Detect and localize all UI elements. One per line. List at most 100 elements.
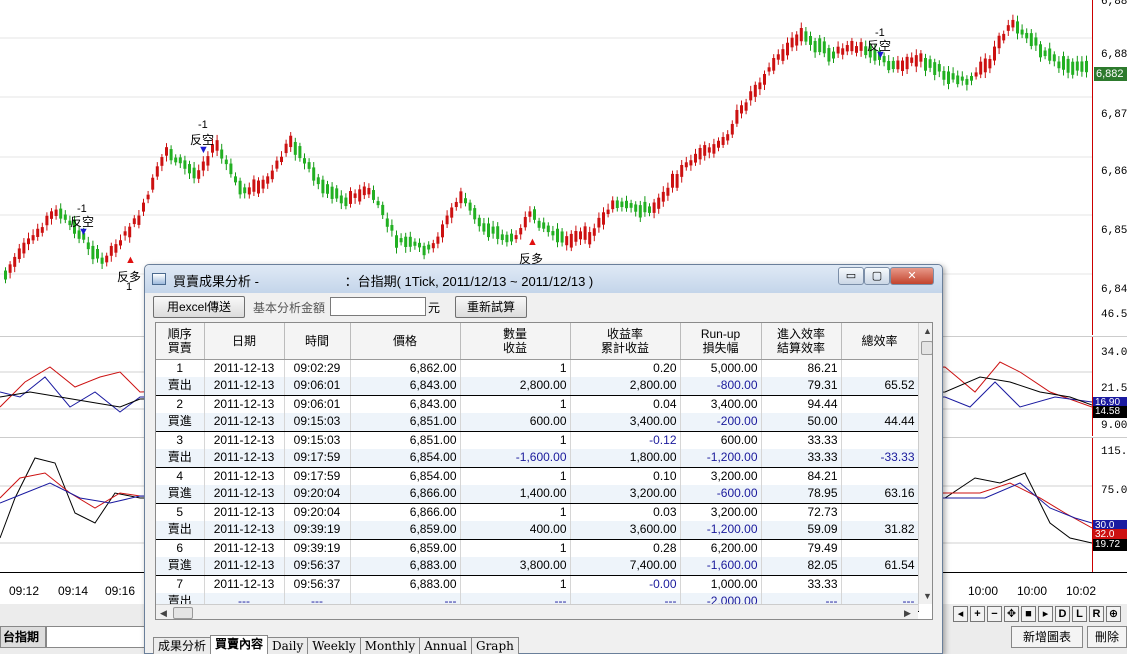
table-row[interactable]: 買進 2011-12-13 09:20:04 6,866.00 1,400.00 3,20… xyxy=(156,485,919,504)
candle xyxy=(537,217,541,231)
candle xyxy=(183,155,187,175)
candle xyxy=(487,217,490,241)
table-cell: 1,400.00 xyxy=(460,485,571,504)
scroll-right-icon[interactable]: ▶ xyxy=(904,608,911,619)
table-row[interactable]: 5 2011-12-13 09:20:04 6,866.00 1 0.03 3,200.00… xyxy=(156,503,919,521)
table-cell: 1 xyxy=(460,359,571,377)
candle xyxy=(694,148,697,166)
add-chart-button[interactable]: 新增圖表 xyxy=(1011,626,1083,648)
candle xyxy=(634,201,638,217)
line-button[interactable]: L xyxy=(1072,606,1087,622)
delete-chart-button[interactable]: 刪除 xyxy=(1087,626,1127,648)
zoom-in-button[interactable]: + xyxy=(970,606,985,622)
table-cell: 600.00 xyxy=(460,413,571,432)
recalculate-button[interactable]: 重新試算 xyxy=(455,296,527,318)
table-cell: 賣出 xyxy=(156,377,205,396)
column-header[interactable]: 價格 xyxy=(350,323,461,360)
candle xyxy=(372,185,375,204)
table-row[interactable]: 2 2011-12-13 09:06:01 6,843.00 1 0.04 3,400.00… xyxy=(156,395,919,413)
table-row[interactable]: 3 2011-12-13 09:15:03 6,851.00 1 -0.12 600.00 3… xyxy=(156,431,919,449)
table-cell: 33.33 xyxy=(761,575,842,593)
column-header[interactable]: 時間 xyxy=(284,323,351,360)
maximize-button[interactable]: ▢ xyxy=(864,267,890,285)
dialog-titlebar[interactable]: 買賣成果分析 - ：台指期( 1Tick, 2011/12/13 ~ 2011/… xyxy=(145,265,942,293)
candle xyxy=(174,154,178,166)
column-header[interactable]: Run-up 損失幅 xyxy=(680,323,762,360)
table-row[interactable]: 6 2011-12-13 09:39:19 6,859.00 1 0.28 6,200.00… xyxy=(156,539,919,557)
tab-0[interactable]: 成果分析 xyxy=(153,637,212,654)
ind1-value-flag: 14.58 xyxy=(1093,406,1127,418)
symbol-tab[interactable]: 台指期 xyxy=(0,626,46,648)
tab-5[interactable]: Annual xyxy=(419,637,472,654)
reset-button[interactable]: R xyxy=(1089,606,1104,622)
candle xyxy=(629,199,633,213)
candle xyxy=(776,49,780,65)
candle xyxy=(59,203,63,224)
column-header-line: 進入效率 xyxy=(776,326,825,341)
tab-3[interactable]: Weekly xyxy=(307,637,361,654)
table-row[interactable]: 4 2011-12-13 09:17:59 6,854.00 1 0.10 3,200.00… xyxy=(156,467,919,485)
candle xyxy=(1034,32,1038,52)
table-row[interactable]: 買進 2011-12-13 09:15:03 6,851.00 600.00 3,400.… xyxy=(156,413,919,432)
table-row[interactable]: 賣出 2011-12-13 09:06:01 6,843.00 2,800.00 2,80… xyxy=(156,377,919,396)
candle xyxy=(643,196,647,217)
scroll-left-button[interactable]: ◂ xyxy=(953,606,968,622)
tab-4[interactable]: Monthly xyxy=(359,637,421,654)
column-header[interactable]: 總效率 xyxy=(841,323,919,360)
table-row[interactable]: 7 2011-12-13 09:56:37 6,883.00 1 -0.00 1,000.0… xyxy=(156,575,919,593)
amount-input[interactable] xyxy=(330,297,426,316)
candle xyxy=(698,144,702,165)
candle xyxy=(1020,24,1024,39)
vertical-scrollbar[interactable]: ▲ ▼ xyxy=(918,323,932,604)
scroll-down-icon[interactable]: ▼ xyxy=(923,591,932,601)
horizontal-scrollbar[interactable]: ◀ ▶ xyxy=(156,604,918,619)
table-row[interactable]: 1 2011-12-13 09:02:29 6,862.00 1 0.20 5,000.00… xyxy=(156,359,919,377)
candle xyxy=(735,104,739,127)
column-header[interactable]: 日期 xyxy=(204,323,285,360)
candle xyxy=(192,161,196,184)
candle xyxy=(358,184,362,205)
table-row[interactable]: 賣出 2011-12-13 09:39:19 6,859.00 400.00 3,600.… xyxy=(156,521,919,540)
trade-grid[interactable]: 順序 買賣 日期 時間 價格 數量 收益 收益率 累計收益 Run-up 損失幅 進入效率 結算效率 總效… xyxy=(155,322,933,620)
table-row[interactable]: 賣出 2011-12-13 09:17:59 6,854.00 -1,600.00 1,8… xyxy=(156,449,919,468)
candle xyxy=(845,40,849,56)
column-header[interactable]: 進入效率 結算效率 xyxy=(761,323,842,360)
candle xyxy=(40,222,44,237)
table-cell: 7,400.00 xyxy=(570,557,681,576)
candle xyxy=(786,37,789,60)
export-excel-button[interactable]: 用excel傳送 xyxy=(153,296,245,318)
symbol-input[interactable] xyxy=(46,626,146,648)
scroll-left-icon[interactable]: ◀ xyxy=(160,608,167,619)
pan-button[interactable]: ✥ xyxy=(1004,606,1019,622)
candle xyxy=(965,75,969,91)
table-row[interactable]: 買進 2011-12-13 09:56:37 6,883.00 3,800.00 7,40… xyxy=(156,557,919,576)
scroll-thumb[interactable] xyxy=(921,341,932,355)
hscroll-thumb[interactable] xyxy=(173,607,193,619)
table-cell: 3,200.00 xyxy=(680,467,762,485)
minimize-button[interactable]: ▭ xyxy=(838,267,864,285)
candle xyxy=(1085,55,1088,78)
column-header[interactable]: 數量 收益 xyxy=(460,323,571,360)
column-header[interactable]: 收益率 累計收益 xyxy=(570,323,681,360)
table-cell: 6,859.00 xyxy=(350,539,461,557)
candle xyxy=(353,189,357,204)
scroll-up-icon[interactable]: ▲ xyxy=(923,326,932,336)
table-cell: 4 xyxy=(156,467,205,485)
tab-2[interactable]: Daily xyxy=(267,637,309,654)
tab-1[interactable]: 買賣內容 xyxy=(210,635,269,654)
candle xyxy=(993,40,996,66)
stop-button[interactable]: ■ xyxy=(1021,606,1036,622)
candle xyxy=(514,230,518,243)
ind2-tick: 75.00 xyxy=(1101,485,1127,497)
zoom-out-button[interactable]: − xyxy=(987,606,1002,622)
table-cell: 1 xyxy=(156,359,205,377)
table-cell: 86.21 xyxy=(761,359,842,377)
tab-6[interactable]: Graph xyxy=(470,637,519,654)
scroll-right-button[interactable]: ▸ xyxy=(1038,606,1053,622)
table-cell: 2011-12-13 xyxy=(204,377,285,396)
table-cell: 0.10 xyxy=(570,467,681,485)
magnify-icon[interactable]: ⊕ xyxy=(1106,606,1121,622)
daily-button[interactable]: D xyxy=(1055,606,1070,622)
close-button[interactable]: ✕ xyxy=(890,267,934,285)
column-header[interactable]: 順序 買賣 xyxy=(156,323,205,360)
